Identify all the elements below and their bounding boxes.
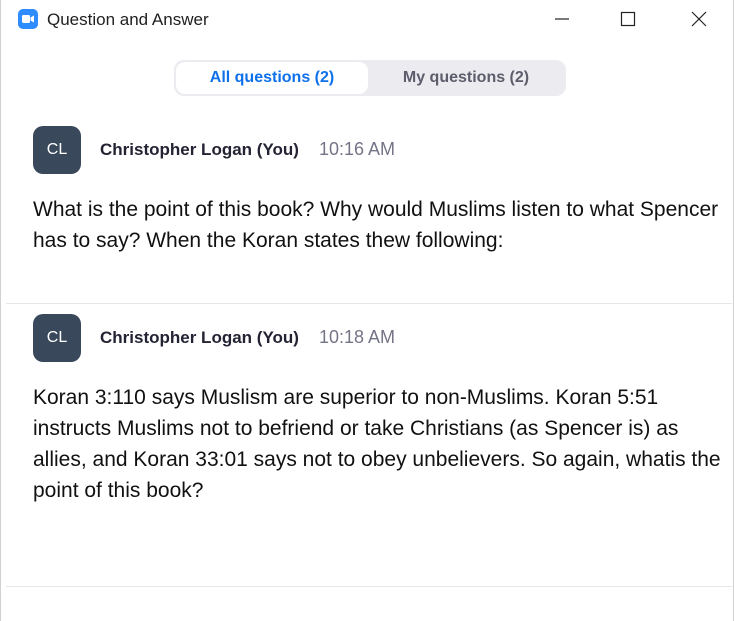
minimize-button[interactable] (539, 0, 585, 38)
question-filter-tabs: All questions (2) My questions (2) (174, 60, 566, 96)
minimize-icon (555, 18, 569, 20)
question-author: Christopher Logan (You) (100, 328, 299, 347)
tab-my-questions[interactable]: My questions (2) (370, 62, 562, 94)
question-text: What is the point of this book? Why woul… (33, 198, 719, 252)
tab-all-questions[interactable]: All questions (2) (176, 62, 368, 94)
qa-window: Question and Answer All questions (2) My… (0, 0, 734, 621)
title-bar: Question and Answer (1, 0, 733, 38)
question-divider (6, 303, 732, 304)
question-text: Koran 3:110 says Muslism are superior to… (33, 386, 721, 502)
maximize-icon (620, 11, 636, 27)
avatar: CL (33, 314, 81, 362)
zoom-camera-icon (18, 9, 38, 29)
maximize-button[interactable] (605, 0, 651, 38)
close-icon (691, 11, 707, 27)
avatar: CL (33, 126, 81, 174)
question-divider (6, 586, 732, 587)
question-item: CL Christopher Logan (You) 10:18 AM Kora… (1, 312, 733, 586)
window-title: Question and Answer (47, 10, 209, 29)
question-item: CL Christopher Logan (You) 10:16 AM What… (1, 124, 733, 304)
question-time: 10:18 AM (319, 327, 396, 347)
question-author: Christopher Logan (You) (100, 140, 299, 159)
question-time: 10:16 AM (319, 139, 396, 159)
close-button[interactable] (676, 0, 722, 38)
